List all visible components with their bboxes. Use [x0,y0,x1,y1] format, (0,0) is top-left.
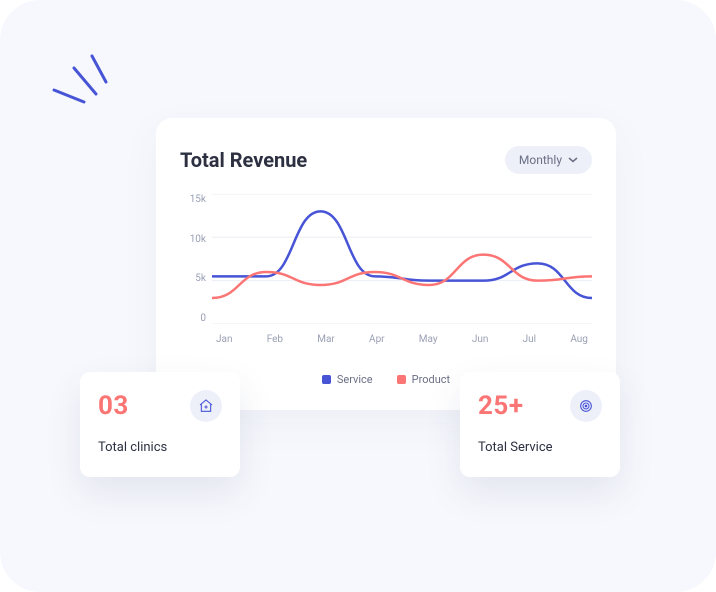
legend-label-product: Product [412,373,450,386]
chart-series [212,211,592,298]
clinic-icon [190,390,222,422]
spark-accent [42,48,112,118]
service-card: 25+ Total Service [460,372,620,477]
legend-swatch-product [397,375,406,384]
legend-swatch-service [322,375,331,384]
legend-item-product: Product [397,373,450,386]
clinics-value: 03 [98,391,129,421]
revenue-title: Total Revenue [180,148,307,172]
revenue-card: Total Revenue Monthly 15k10k5k0 [156,118,616,410]
x-axis-labels: JanFebMarAprMayJunJulAug [212,334,592,345]
target-icon [570,390,602,422]
chevron-down-icon [568,157,578,163]
chart-svg [212,194,592,324]
service-value: 25+ [478,391,524,421]
legend-item-service: Service [322,373,373,386]
service-label: Total Service [478,440,602,455]
legend-label-service: Service [337,373,373,386]
clinics-label: Total clinics [98,440,222,455]
revenue-chart: 15k10k5k0 JanFebMarAprMayJunJulAug [180,194,592,359]
chart-gridlines [212,194,592,324]
series-service [212,211,592,298]
clinics-card: 03 Total clinics [80,372,240,477]
dropdown-label: Monthly [519,153,562,167]
period-dropdown[interactable]: Monthly [505,146,592,174]
y-axis-labels: 15k10k5k0 [180,194,206,324]
